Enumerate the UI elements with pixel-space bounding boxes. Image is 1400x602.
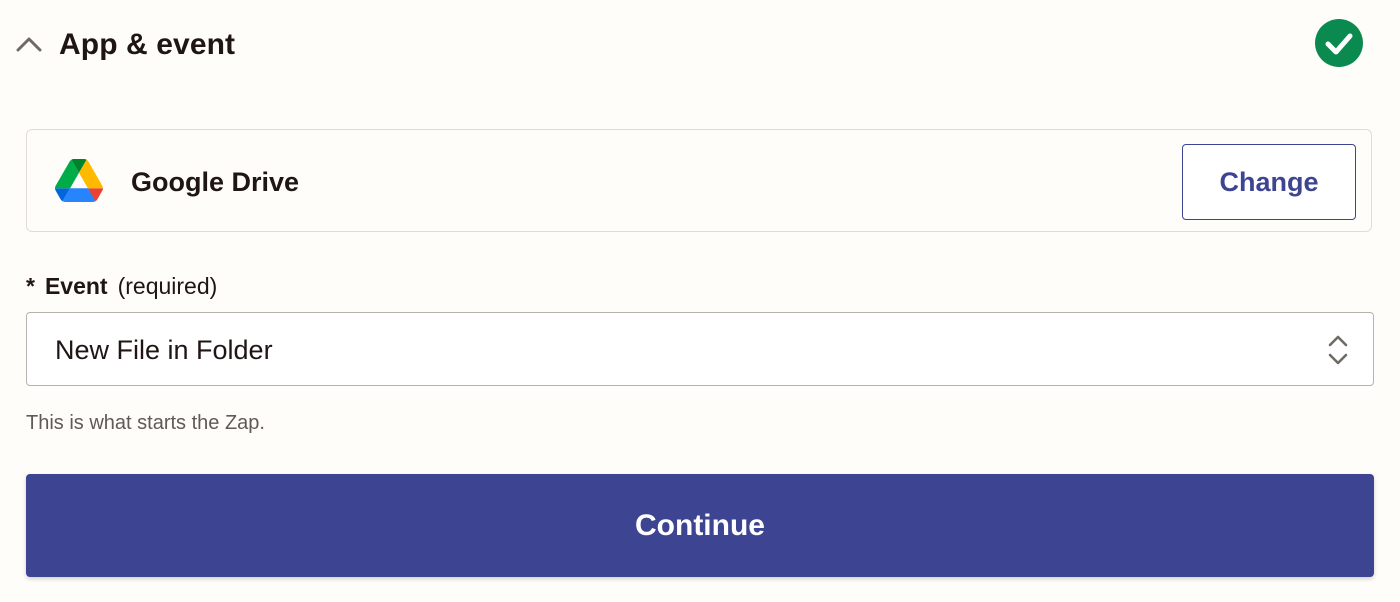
event-help-text: This is what starts the Zap. (26, 412, 265, 434)
chevron-up-icon[interactable] (14, 30, 44, 60)
required-marker: * (26, 273, 35, 299)
app-event-panel: App & event Google Drive Change * Event (r… (0, 0, 1400, 602)
chevron-up-down-icon (1325, 333, 1351, 367)
continue-button[interactable]: Continue (26, 474, 1374, 577)
change-app-button[interactable]: Change (1182, 144, 1356, 220)
section-header: App & event (0, 0, 1400, 92)
event-field-label: * Event (required) (26, 271, 217, 301)
required-note: (required) (117, 273, 218, 299)
event-select[interactable]: New File in Folder (26, 312, 1374, 386)
app-name: Google Drive (131, 167, 300, 197)
selected-app-card: Google Drive Change (26, 129, 1372, 232)
google-drive-icon (55, 159, 103, 202)
event-select-value: New File in Folder (55, 335, 273, 365)
event-label-text: Event (44, 273, 108, 299)
section-title: App & event (59, 28, 236, 61)
check-circle-icon (1315, 19, 1363, 67)
